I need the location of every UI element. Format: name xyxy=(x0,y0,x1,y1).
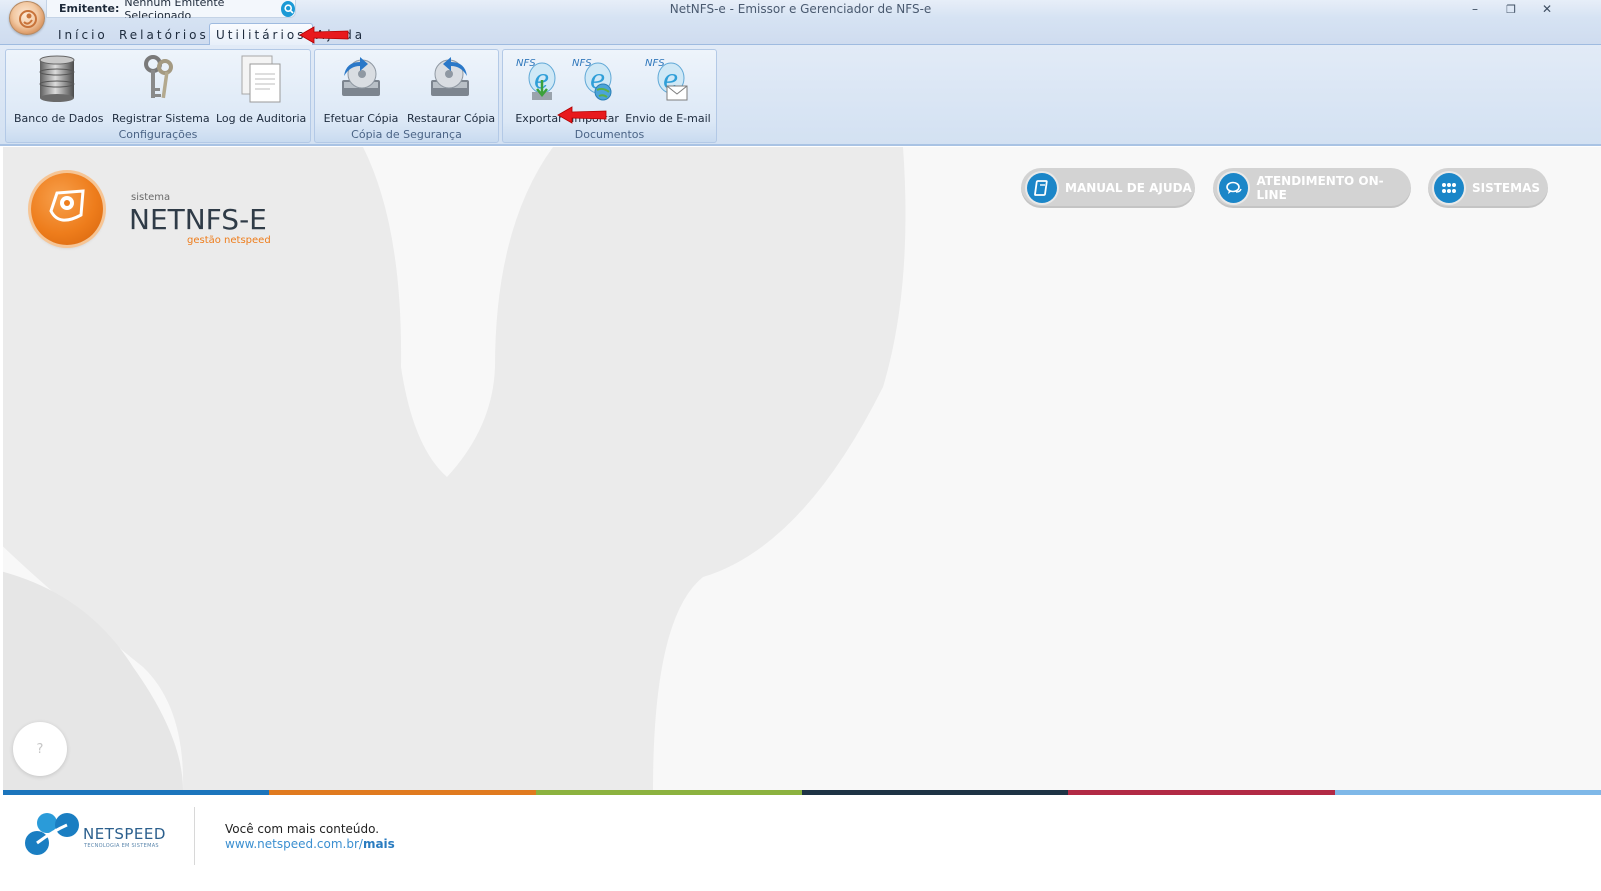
log-de-auditoria-button[interactable]: Log de Auditoria xyxy=(216,54,307,125)
netspeed-tagline: TECNOLOGIA EM SISTEMAS xyxy=(84,843,159,849)
tab-relatorios[interactable]: Relatórios xyxy=(119,25,209,45)
envio-de-email-button[interactable]: NFS e Envio de E-mail xyxy=(625,54,711,125)
book-icon xyxy=(1027,173,1057,203)
nfse-export-icon: NFS e xyxy=(514,54,564,104)
netspeed-brand: NETSPEED xyxy=(83,825,166,843)
footer-link-prefix: www.netspeed.com.br/ xyxy=(225,837,363,851)
app-logo-icon xyxy=(19,10,37,28)
annotation-arrow-exportar xyxy=(557,106,607,124)
footer: NETSPEED TECNOLOGIA EM SISTEMAS Você com… xyxy=(3,795,1601,891)
database-icon xyxy=(32,54,82,104)
application-menu-button[interactable] xyxy=(9,1,45,35)
footer-link-bold: mais xyxy=(362,837,395,851)
footer-message: Você com mais conteúdo. xyxy=(225,822,380,836)
manual-de-ajuda-label: MANUAL DE AJUDA xyxy=(1065,181,1192,195)
product-small-label: sistema xyxy=(131,192,171,203)
sistemas-button[interactable]: SISTEMAS xyxy=(1428,168,1548,208)
close-button[interactable]: ✕ xyxy=(1531,0,1563,18)
nfse-email-icon: NFS e xyxy=(643,54,693,104)
minimize-button[interactable]: – xyxy=(1459,0,1491,18)
product-name: NETNFS-E xyxy=(129,203,267,236)
group-copia-de-seguranca: Efetuar Cópia Restaurar Cópia Cópia de S… xyxy=(314,49,499,143)
atendimento-online-label: ATENDIMENTO ON-LINE xyxy=(1256,174,1384,202)
annotation-arrow-utilitarios xyxy=(299,26,349,44)
grid-dots-icon xyxy=(1434,173,1464,203)
restore-disc-icon xyxy=(425,54,475,104)
window-title: NetNFS-e - Emissor e Gerenciador de NFS-… xyxy=(669,2,932,16)
banco-de-dados-button[interactable]: Banco de Dados xyxy=(14,54,104,125)
netnfse-logo xyxy=(31,173,103,245)
manual-de-ajuda-button[interactable]: MANUAL DE AJUDA xyxy=(1021,168,1195,208)
group-configuracoes: Banco de Dados Registrar Sistema Log de … xyxy=(5,49,311,143)
ribbon-panel: Banco de Dados Registrar Sistema Log de … xyxy=(0,45,1601,146)
efetuar-copia-label: Efetuar Cópia xyxy=(323,112,399,125)
backup-disc-icon xyxy=(336,54,386,104)
efetuar-copia-button[interactable]: Efetuar Cópia xyxy=(321,54,401,125)
envio-de-email-label: Envio de E-mail xyxy=(625,112,711,125)
nfse-import-icon: NFS e xyxy=(570,54,620,104)
main-area: sistema NETNFS-E gestão netspeed MANUAL … xyxy=(3,147,1601,790)
group-title-configuracoes: Configurações xyxy=(118,128,198,141)
footer-divider xyxy=(194,807,195,865)
product-subtitle: gestão netspeed xyxy=(187,235,271,246)
document-log-icon xyxy=(236,54,286,104)
group-documentos: NFS e Exportar NFS e NFS e Envio de E-ma… xyxy=(502,49,717,143)
tab-inicio[interactable]: Início xyxy=(58,25,108,45)
app-window: Emitente: Nenhum Emitente Selecionado Ne… xyxy=(0,0,1601,891)
banco-de-dados-label: Banco de Dados xyxy=(14,112,104,125)
group-title-copia-de-seguranca: Cópia de Segurança xyxy=(351,128,462,141)
title-bar: Emitente: Nenhum Emitente Selecionado Ne… xyxy=(0,0,1601,35)
footer-link[interactable]: www.netspeed.com.br/mais xyxy=(225,837,395,851)
chat-icon xyxy=(1219,173,1249,203)
atendimento-online-button[interactable]: ATENDIMENTO ON-LINE xyxy=(1213,168,1411,208)
registrar-sistema-button[interactable]: Registrar Sistema xyxy=(112,54,210,125)
restore-button[interactable]: ❐ xyxy=(1495,0,1527,18)
group-title-documentos: Documentos xyxy=(574,128,645,141)
ribbon-tabs: Início Relatórios Utilitários Ajuda xyxy=(0,18,1601,46)
sistemas-label: SISTEMAS xyxy=(1472,181,1541,195)
help-bubble-button[interactable]: ? xyxy=(13,722,67,776)
registrar-sistema-label: Registrar Sistema xyxy=(112,112,210,125)
keys-icon xyxy=(134,54,184,104)
restaurar-copia-button[interactable]: Restaurar Cópia xyxy=(407,54,496,125)
restaurar-copia-label: Restaurar Cópia xyxy=(407,112,496,125)
netspeed-logo-icon xyxy=(25,813,79,855)
logo-gear-icon xyxy=(49,189,85,222)
log-de-auditoria-label: Log de Auditoria xyxy=(216,112,307,125)
